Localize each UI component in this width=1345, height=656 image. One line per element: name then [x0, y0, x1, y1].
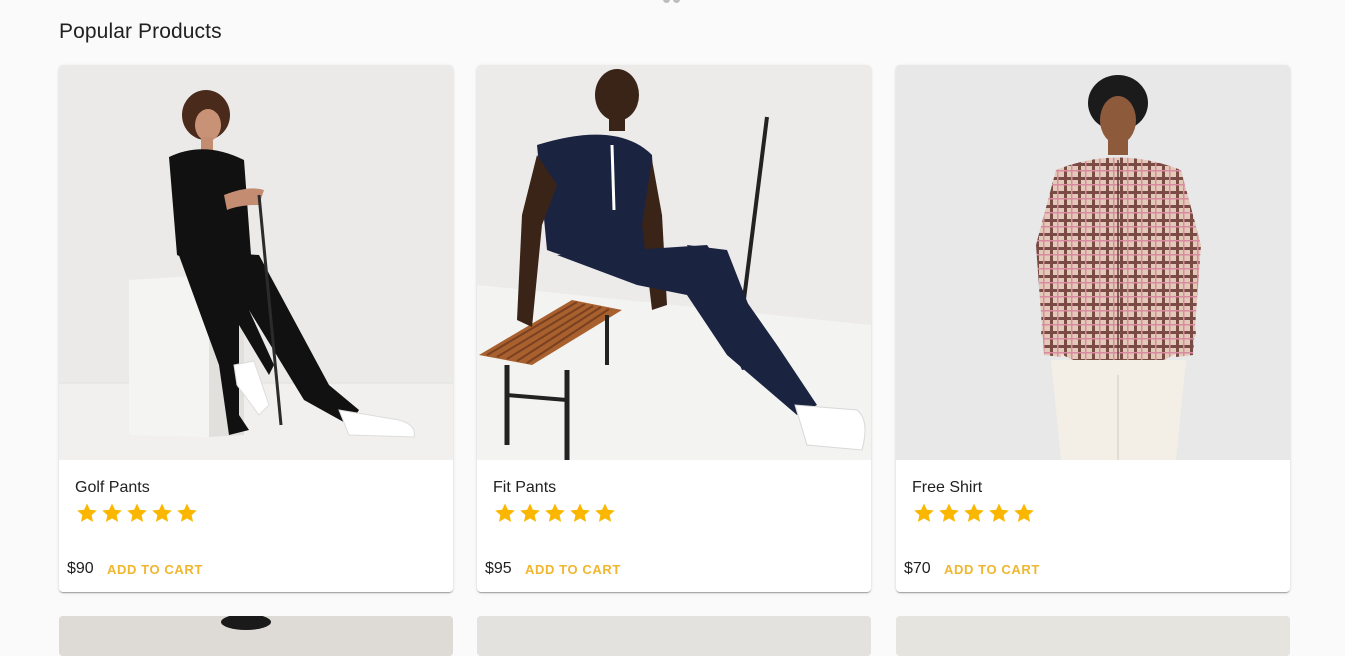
product-image[interactable] [59, 616, 453, 656]
product-price: $70 [904, 560, 931, 577]
product-card[interactable]: Free Shirt $70 ADD TO CART [896, 65, 1290, 592]
dot-icon [663, 0, 670, 3]
star-rating [493, 501, 617, 525]
star-icon [595, 503, 615, 522]
product-name[interactable]: Free Shirt [912, 479, 982, 497]
product-card[interactable]: Fit Pants $95 ADD TO CART [477, 65, 871, 592]
star-rating [75, 501, 199, 525]
product-price: $90 [67, 560, 94, 577]
star-icon [102, 503, 122, 522]
product-image[interactable] [477, 65, 871, 460]
product-card[interactable]: Golf Pants $90 ADD TO CART [59, 65, 453, 592]
product-card-partial[interactable] [59, 616, 453, 656]
product-image[interactable] [477, 616, 871, 656]
product-name[interactable]: Fit Pants [493, 479, 556, 497]
section-title: Popular Products [59, 20, 222, 43]
product-name[interactable]: Golf Pants [75, 479, 150, 497]
product-card-partial[interactable] [896, 616, 1290, 656]
star-icon [964, 503, 984, 522]
star-icon [545, 503, 565, 522]
dot-icon [673, 0, 680, 3]
star-icon [570, 503, 590, 522]
product-image[interactable] [59, 65, 453, 460]
star-icon [939, 503, 959, 522]
star-icon [520, 503, 540, 522]
star-rating [912, 501, 1036, 525]
star-icon [1014, 503, 1034, 522]
star-icon [177, 503, 197, 522]
star-icon [495, 503, 515, 522]
star-icon [989, 503, 1009, 522]
product-card-partial[interactable] [477, 616, 871, 656]
star-icon [914, 503, 934, 522]
star-icon [127, 503, 147, 522]
star-icon [152, 503, 172, 522]
carousel-indicator [663, 0, 680, 3]
product-image[interactable] [896, 616, 1290, 656]
add-to-cart-button[interactable]: ADD TO CART [100, 558, 210, 581]
product-price: $95 [485, 560, 512, 577]
add-to-cart-button[interactable]: ADD TO CART [518, 558, 628, 581]
product-image[interactable] [896, 65, 1290, 460]
star-icon [77, 503, 97, 522]
add-to-cart-button[interactable]: ADD TO CART [937, 558, 1047, 581]
